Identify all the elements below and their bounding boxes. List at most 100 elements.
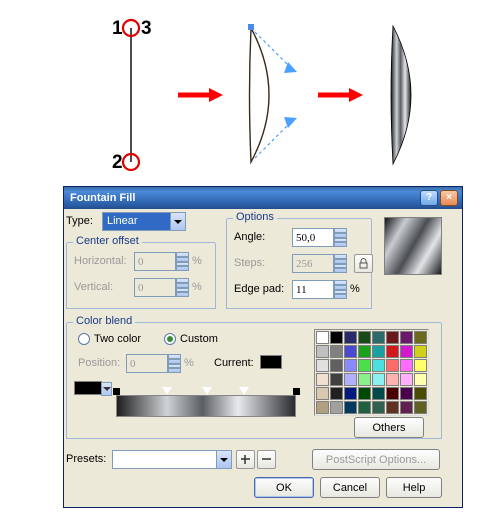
palette-swatch[interactable] <box>330 401 343 414</box>
gradient-stop[interactable] <box>113 388 120 395</box>
palette-swatch[interactable] <box>372 401 385 414</box>
palette-swatch[interactable] <box>316 331 329 344</box>
palette-swatch[interactable] <box>316 373 329 386</box>
chevron-down-icon <box>170 213 185 230</box>
vertical-label: Vertical: <box>74 281 113 293</box>
palette-swatch[interactable] <box>344 387 357 400</box>
type-value: Linear <box>103 213 170 230</box>
palette-swatch[interactable] <box>330 359 343 372</box>
palette-swatch[interactable] <box>414 331 427 344</box>
titlebar: Fountain Fill ? × <box>64 187 462 209</box>
palette-swatch[interactable] <box>372 345 385 358</box>
cancel-button[interactable]: Cancel <box>320 477 380 498</box>
horizontal-spinner: % <box>134 252 202 271</box>
palette-swatch[interactable] <box>386 331 399 344</box>
palette-swatch[interactable] <box>400 401 413 414</box>
palette-swatch[interactable] <box>372 359 385 372</box>
palette-swatch[interactable] <box>330 387 343 400</box>
angle-input[interactable] <box>292 228 334 247</box>
gradient-stop[interactable] <box>202 387 212 395</box>
dialog-title: Fountain Fill <box>70 192 135 204</box>
steps-label: Steps: <box>234 257 265 269</box>
palette-swatch[interactable] <box>316 345 329 358</box>
chevron-down-icon[interactable] <box>101 382 112 396</box>
palette-swatch[interactable] <box>400 331 413 344</box>
angle-label: Angle: <box>234 231 265 243</box>
position-label: Position: <box>78 357 120 369</box>
palette-swatch[interactable] <box>414 387 427 400</box>
position-spinner: % <box>126 354 194 373</box>
palette-swatch[interactable] <box>344 373 357 386</box>
palette-swatch[interactable] <box>414 345 427 358</box>
palette-swatch[interactable] <box>316 359 329 372</box>
svg-text:2: 2 <box>112 152 123 173</box>
palette-swatch[interactable] <box>414 373 427 386</box>
edgepad-input[interactable] <box>292 280 334 299</box>
two-color-label: Two color <box>94 333 141 345</box>
palette-swatch[interactable] <box>330 345 343 358</box>
current-label: Current: <box>214 357 254 369</box>
palette-swatch[interactable] <box>386 359 399 372</box>
illustration: 1 3 2 <box>103 10 463 180</box>
minus-icon <box>262 455 271 464</box>
palette-swatch[interactable] <box>386 401 399 414</box>
gradient-stop[interactable] <box>239 387 249 395</box>
palette-swatch[interactable] <box>414 359 427 372</box>
svg-text:1: 1 <box>112 18 123 39</box>
palette-swatch[interactable] <box>372 387 385 400</box>
plus-icon <box>241 455 250 464</box>
palette-swatch[interactable] <box>316 401 329 414</box>
palette-swatch[interactable] <box>400 359 413 372</box>
percent-sign: % <box>192 252 202 271</box>
close-titlebar-button[interactable]: × <box>440 190 458 206</box>
palette-swatch[interactable] <box>330 373 343 386</box>
palette-swatch[interactable] <box>358 373 371 386</box>
palette-swatch[interactable] <box>330 331 343 344</box>
lock-icon <box>358 258 369 269</box>
palette-swatch[interactable] <box>400 345 413 358</box>
others-button[interactable]: Others <box>354 417 424 438</box>
palette-swatch[interactable] <box>386 345 399 358</box>
presets-dropdown[interactable] <box>112 450 232 469</box>
add-preset-button[interactable] <box>236 450 255 469</box>
palette-swatch[interactable] <box>372 331 385 344</box>
palette-swatch[interactable] <box>316 387 329 400</box>
presets-label: Presets: <box>66 453 106 465</box>
palette-swatch[interactable] <box>358 387 371 400</box>
ok-button[interactable]: OK <box>254 477 314 498</box>
lock-steps-button[interactable] <box>354 254 373 273</box>
gradient-stop[interactable] <box>162 387 172 395</box>
current-color-swatch[interactable] <box>260 355 282 369</box>
palette-swatch[interactable] <box>358 401 371 414</box>
help-button[interactable]: Help <box>386 477 442 498</box>
palette-swatch[interactable] <box>358 345 371 358</box>
palette-swatch[interactable] <box>358 359 371 372</box>
left-stop-swatch[interactable] <box>74 381 102 395</box>
palette-swatch[interactable] <box>344 359 357 372</box>
vertical-spinner: % <box>134 278 202 297</box>
two-color-radio[interactable]: Two color <box>78 333 141 345</box>
palette-swatch[interactable] <box>400 373 413 386</box>
type-dropdown[interactable]: Linear <box>102 212 186 231</box>
palette-swatch[interactable] <box>372 373 385 386</box>
palette-swatch[interactable] <box>386 373 399 386</box>
custom-radio[interactable]: Custom <box>164 333 218 345</box>
palette-swatch[interactable] <box>386 387 399 400</box>
palette-swatch[interactable] <box>344 345 357 358</box>
remove-preset-button[interactable] <box>257 450 276 469</box>
gradient-stop[interactable] <box>293 388 300 395</box>
dialog-body: Type: Linear Center offset Horizontal: %… <box>64 209 462 507</box>
palette-swatch[interactable] <box>344 331 357 344</box>
angle-spinner[interactable] <box>292 228 347 247</box>
edgepad-label: Edge pad: <box>234 283 284 295</box>
gradient-bar[interactable] <box>116 395 296 417</box>
palette-swatch[interactable] <box>358 331 371 344</box>
options-title: Options <box>233 211 277 223</box>
color-palette[interactable] <box>314 329 429 416</box>
help-titlebar-button[interactable]: ? <box>420 190 438 206</box>
svg-text:3: 3 <box>141 18 152 39</box>
palette-swatch[interactable] <box>414 401 427 414</box>
palette-swatch[interactable] <box>344 401 357 414</box>
palette-swatch[interactable] <box>400 387 413 400</box>
edgepad-spinner[interactable]: % <box>292 280 360 299</box>
